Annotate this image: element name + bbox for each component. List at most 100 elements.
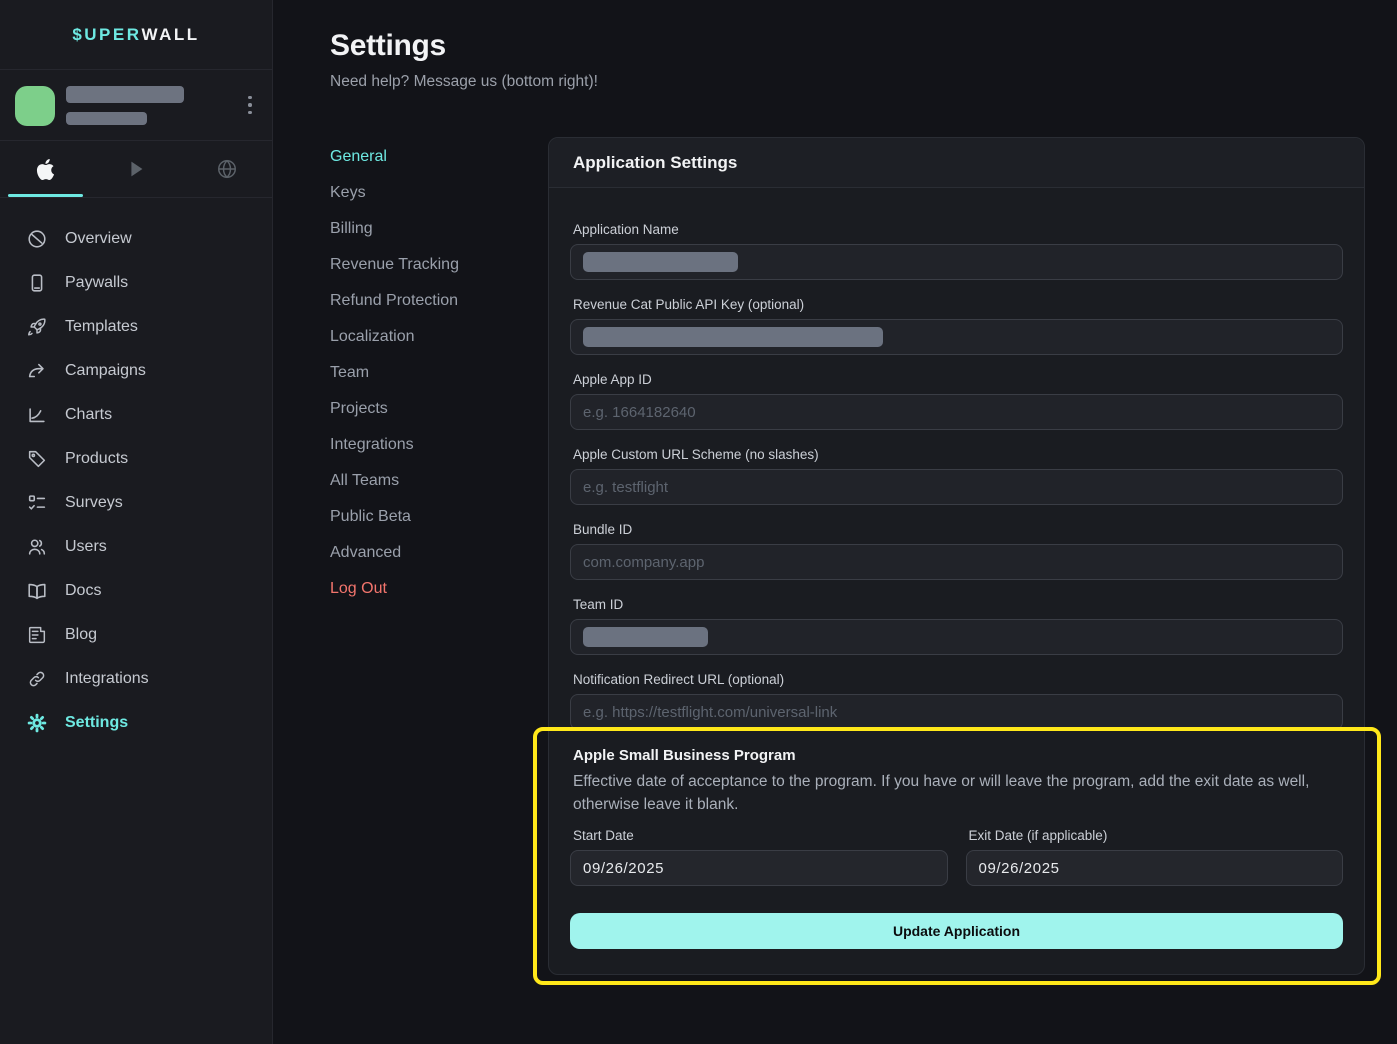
- settings-nav-public-beta[interactable]: Public Beta: [330, 499, 530, 535]
- tag-icon: [26, 448, 48, 470]
- link-icon: [26, 668, 48, 690]
- platform-tabs: [0, 141, 272, 198]
- phone-icon: [26, 272, 48, 294]
- superwall-logo[interactable]: $UPERWALL: [0, 0, 272, 70]
- account-name-redacted: [66, 86, 184, 103]
- field-label: Team ID: [570, 597, 1343, 612]
- sidebar-item-overview[interactable]: Overview: [0, 217, 272, 261]
- settings-nav-all-teams[interactable]: All Teams: [330, 463, 530, 499]
- sidebar-item-label: Products: [65, 450, 128, 468]
- bundle-id-input[interactable]: [570, 544, 1343, 580]
- field-apple-custom-url-scheme: Apple Custom URL Scheme (no slashes): [570, 447, 1343, 505]
- team-id-input[interactable]: [570, 619, 1343, 655]
- settings-nav: General Keys Billing Revenue Tracking Re…: [330, 139, 530, 607]
- redacted-value: [583, 252, 738, 272]
- settings-nav-keys[interactable]: Keys: [330, 175, 530, 211]
- panel-body: Application Name Revenue Cat Public API …: [549, 188, 1364, 949]
- field-label: Exit Date (if applicable): [966, 828, 1344, 843]
- sidebar-item-campaigns[interactable]: Campaigns: [0, 349, 272, 393]
- field-bundle-id: Bundle ID: [570, 522, 1343, 580]
- apple-custom-url-scheme-input[interactable]: [570, 469, 1343, 505]
- redacted-value: [583, 627, 708, 647]
- sidebar-item-label: Users: [65, 538, 107, 556]
- sidebar-item-templates[interactable]: Templates: [0, 305, 272, 349]
- application-name-input[interactable]: [570, 244, 1343, 280]
- sidebar-item-label: Templates: [65, 318, 138, 336]
- panel-header: Application Settings: [549, 138, 1364, 188]
- field-label: Application Name: [570, 222, 1343, 237]
- apple-app-id-input[interactable]: [570, 394, 1343, 430]
- account-team-redacted: [66, 112, 147, 125]
- settings-nav-general[interactable]: General: [330, 139, 530, 175]
- update-application-button[interactable]: Update Application: [570, 913, 1343, 949]
- field-team-id: Team ID: [570, 597, 1343, 655]
- logo-accent-text: $UPER: [72, 25, 141, 45]
- field-notification-redirect-url: Notification Redirect URL (optional): [570, 672, 1343, 730]
- settings-nav-advanced[interactable]: Advanced: [330, 535, 530, 571]
- logo-rest-text: WALL: [142, 25, 200, 45]
- sidebar-item-docs[interactable]: Docs: [0, 569, 272, 613]
- sidebar-item-settings[interactable]: Settings: [0, 701, 272, 745]
- settings-nav-integrations[interactable]: Integrations: [330, 427, 530, 463]
- checklist-icon: [26, 492, 48, 514]
- globe-icon: [216, 158, 238, 180]
- account-switcher[interactable]: [0, 70, 272, 141]
- sidebar-item-label: Integrations: [65, 670, 149, 688]
- tab-google-play[interactable]: [91, 141, 182, 197]
- field-label: Bundle ID: [570, 522, 1343, 537]
- date-row: Start Date Exit Date (if applicable): [570, 828, 1343, 886]
- field-apple-app-id: Apple App ID: [570, 372, 1343, 430]
- panel-title: Application Settings: [573, 153, 737, 173]
- gear-icon: [26, 712, 48, 734]
- page-title: Settings: [330, 29, 446, 63]
- settings-nav-billing[interactable]: Billing: [330, 211, 530, 247]
- rocket-icon: [26, 316, 48, 338]
- settings-nav-projects[interactable]: Projects: [330, 391, 530, 427]
- sidebar-item-products[interactable]: Products: [0, 437, 272, 481]
- exit-date-input[interactable]: [966, 850, 1344, 886]
- apple-icon: [35, 159, 56, 180]
- settings-nav-localization[interactable]: Localization: [330, 319, 530, 355]
- sidebar-item-charts[interactable]: Charts: [0, 393, 272, 437]
- settings-nav-log-out[interactable]: Log Out: [330, 571, 530, 607]
- redacted-value: [583, 327, 883, 347]
- field-label: Revenue Cat Public API Key (optional): [570, 297, 1343, 312]
- exit-date-field: Exit Date (if applicable): [966, 828, 1344, 886]
- apple-small-business-program-section: Apple Small Business Program Effective d…: [570, 747, 1343, 949]
- sidebar-item-integrations[interactable]: Integrations: [0, 657, 272, 701]
- sidebar-item-users[interactable]: Users: [0, 525, 272, 569]
- tab-apple[interactable]: [0, 141, 91, 197]
- google-play-icon: [125, 158, 147, 180]
- section-title: Apple Small Business Program: [570, 747, 1343, 764]
- field-label: Apple App ID: [570, 372, 1343, 387]
- application-settings-panel: Application Settings Application Name Re…: [548, 137, 1365, 975]
- field-label: Apple Custom URL Scheme (no slashes): [570, 447, 1343, 462]
- settings-nav-refund-protection[interactable]: Refund Protection: [330, 283, 530, 319]
- clock-icon: [26, 228, 48, 250]
- sidebar: $UPERWALL Overview: [0, 0, 273, 1044]
- users-icon: [26, 536, 48, 558]
- line-chart-icon: [26, 404, 48, 426]
- field-application-name: Application Name: [570, 222, 1343, 280]
- revenuecat-api-key-input[interactable]: [570, 319, 1343, 355]
- account-avatar[interactable]: [15, 86, 55, 126]
- sidebar-item-paywalls[interactable]: Paywalls: [0, 261, 272, 305]
- account-menu-kebab-icon[interactable]: [238, 88, 262, 122]
- sidebar-item-label: Campaigns: [65, 362, 146, 380]
- field-label: Notification Redirect URL (optional): [570, 672, 1343, 687]
- page-subtitle: Need help? Message us (bottom right)!: [330, 73, 598, 91]
- promote-arrow-icon: [26, 360, 48, 382]
- settings-nav-revenue-tracking[interactable]: Revenue Tracking: [330, 247, 530, 283]
- sidebar-item-label: Paywalls: [65, 274, 128, 292]
- section-description: Effective date of acceptance to the prog…: [570, 770, 1343, 816]
- sidebar-item-label: Overview: [65, 230, 132, 248]
- start-date-input[interactable]: [570, 850, 948, 886]
- tab-web[interactable]: [181, 141, 272, 197]
- notification-redirect-url-input[interactable]: [570, 694, 1343, 730]
- sidebar-item-label: Settings: [65, 714, 128, 732]
- settings-nav-team[interactable]: Team: [330, 355, 530, 391]
- sidebar-item-surveys[interactable]: Surveys: [0, 481, 272, 525]
- sidebar-item-label: Blog: [65, 626, 97, 644]
- book-icon: [26, 580, 48, 602]
- sidebar-item-blog[interactable]: Blog: [0, 613, 272, 657]
